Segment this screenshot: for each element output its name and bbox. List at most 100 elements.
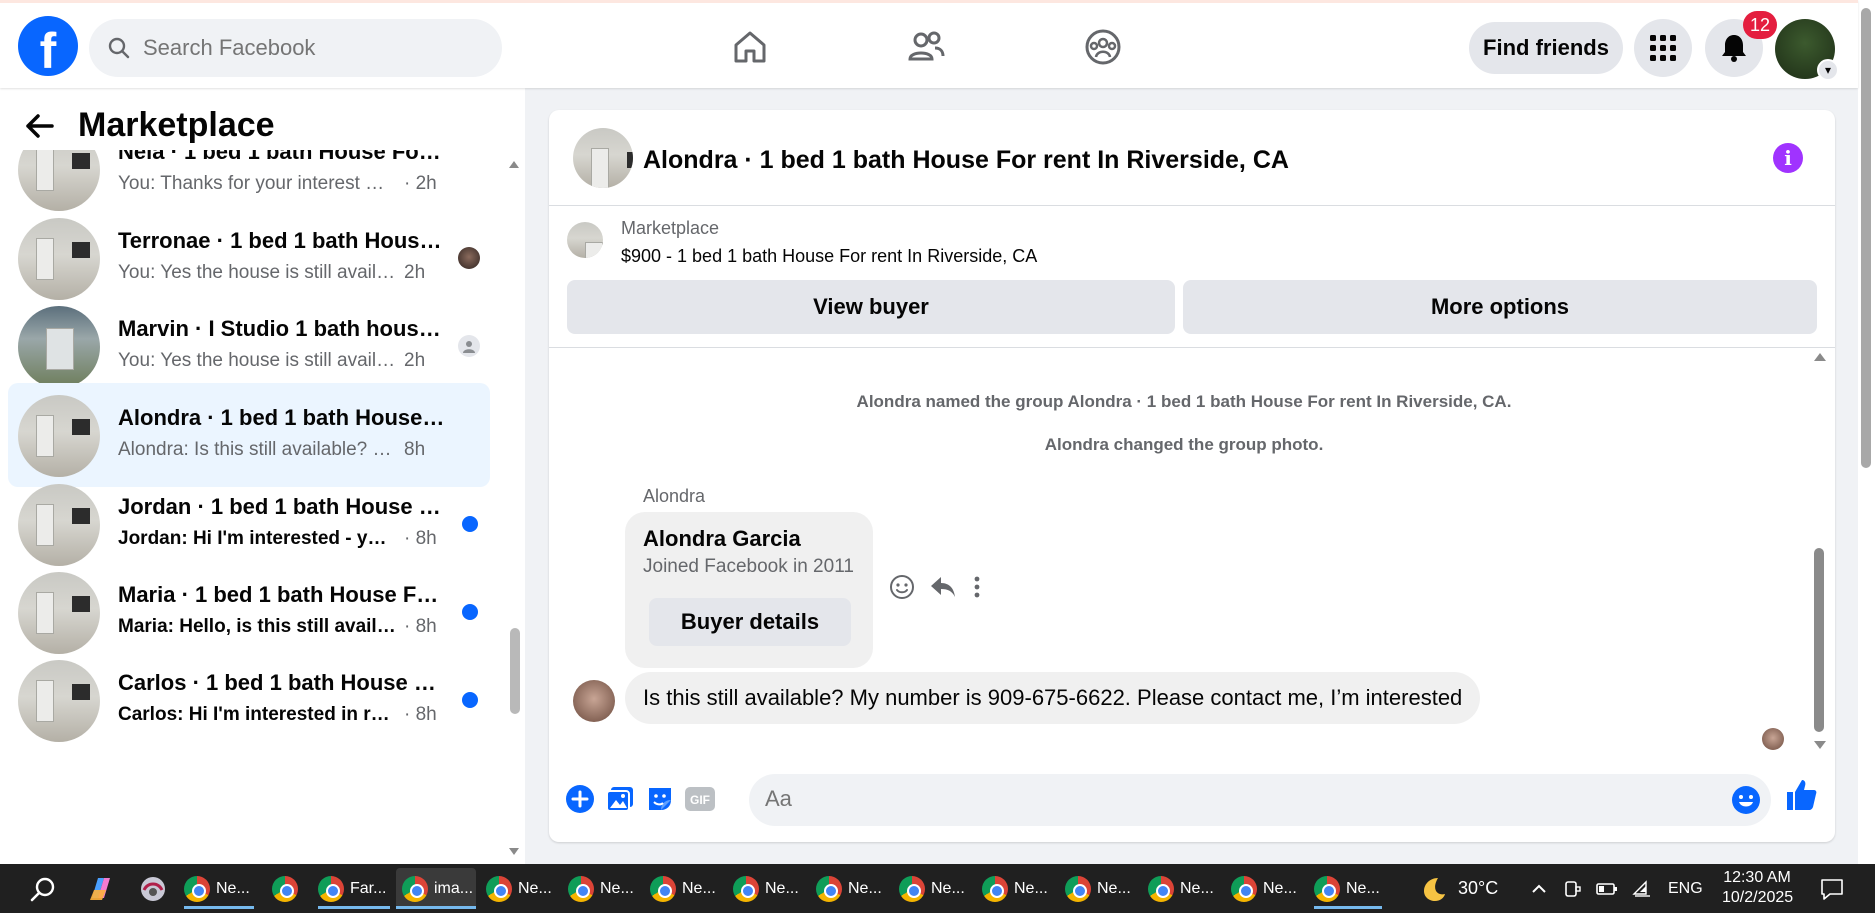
thumbs-up-icon[interactable] [1785,778,1819,812]
input-language[interactable]: ENG [1668,880,1703,898]
chrome-icon [1148,875,1174,902]
notification-center-icon[interactable] [1820,878,1844,900]
device-icon[interactable] [1562,879,1582,899]
app-tray-icon[interactable] [138,874,168,904]
conversation-name: Nela · 1 bed 1 bath House For re... [118,150,448,164]
listing-thumbnail [18,395,100,477]
taskbar-app-chrome[interactable]: Far... [318,868,390,909]
taskbar-app-chrome[interactable]: Ne... [650,868,720,909]
page-scrollbar-thumb[interactable] [1861,8,1871,468]
gif-icon[interactable]: GIF [683,782,717,816]
weather-temperature: 30°C [1458,878,1499,898]
clock[interactable]: 12:30 AM 10/2/2025 [1722,868,1794,908]
clock-time: 12:30 AM [1723,869,1791,886]
default-user-icon [458,335,480,357]
chevron-up-icon[interactable] [1530,880,1548,898]
sender-avatar[interactable] [573,680,615,722]
taskbar-app-chrome[interactable]: Ne... [1148,868,1218,909]
chrome-icon [1065,875,1091,902]
taskbar-app-chrome[interactable]: Ne... [1065,868,1135,909]
conversation-name: Jordan · 1 bed 1 bath House Fo... [118,494,448,519]
chrome-icon [184,875,210,902]
more-options-button[interactable]: More options [1183,280,1817,334]
search-icon [108,37,130,59]
scroll-down-arrow-icon[interactable] [1813,738,1827,752]
add-icon[interactable] [563,782,597,816]
scroll-up-arrow-icon[interactable] [1813,350,1827,364]
view-buyer-button[interactable]: View buyer [567,280,1175,334]
chrome-icon [568,875,594,902]
conversation-panel: Alondra · 1 bed 1 bath House For rent In… [549,110,1835,842]
chrome-icon [1231,875,1257,902]
weather-widget[interactable]: 30°C [1418,864,1498,913]
taskbar-app-chrome[interactable]: Ne... [733,868,803,909]
clock-date: 10/2/2025 [1722,889,1794,906]
seen-by-avatar [1762,728,1784,750]
emoji-icon[interactable] [1731,785,1761,815]
taskbar-app-chrome[interactable]: Ne... [982,868,1052,909]
chrome-icon [272,875,298,902]
menu-grid-icon[interactable] [1634,19,1692,77]
listing-title[interactable]: $900 - 1 bed 1 bath House For rent In Ri… [621,246,1037,267]
group-photo[interactable] [573,128,633,188]
message-input-box[interactable] [749,774,1771,826]
battery-icon[interactable] [1596,881,1618,897]
buyer-join-date: Joined Facebook in 2011 [643,556,854,577]
reply-icon[interactable] [929,574,957,600]
listing-thumbnail [18,306,100,388]
react-emoji-icon[interactable] [889,574,915,600]
taskbar-app-chrome[interactable]: Ne... [568,868,638,909]
taskbar-app-chrome[interactable]: ima... [396,868,476,909]
taskbar-app-chrome[interactable]: Ne... [899,868,969,909]
copilot-icon[interactable] [86,874,116,904]
chat-scrollbar-thumb[interactable] [1814,548,1824,732]
sender-name: Alondra [643,486,706,506]
message-actions [889,574,983,600]
message-input[interactable] [765,786,1665,812]
find-friends-button[interactable]: Find friends [1469,22,1623,74]
conversation-name: Alondra · 1 bed 1 bath House Fo... [118,405,448,430]
friends-icon[interactable] [902,23,950,71]
photo-icon[interactable] [603,782,637,816]
search-box[interactable] [89,19,502,77]
windows-search-icon[interactable] [30,876,56,902]
system-tray: ENG [1530,864,1703,913]
more-vertical-icon[interactable] [971,574,983,600]
conversation-item[interactable]: Carlos · 1 bed 1 bath House Fo... Carlos… [8,648,490,752]
sticker-icon[interactable] [643,782,677,816]
search-input[interactable] [143,35,463,61]
conversation-preview: Carlos: Hi I'm interested in renti... · 8… [118,704,437,725]
buyer-name: Alondra Garcia [643,526,801,551]
profile-avatar[interactable]: ▾ [1775,19,1839,81]
taskbar-app-chrome[interactable]: Ne... [1314,868,1382,909]
home-icon[interactable] [726,23,774,71]
conversation-title[interactable]: Alondra · 1 bed 1 bath House For rent In… [643,146,1289,175]
page-scrollbar[interactable] [1858,0,1875,864]
taskbar-app-chrome[interactable]: Ne... [1231,868,1301,909]
chrome-icon [402,875,428,902]
buyer-details-button[interactable]: Buyer details [649,598,851,646]
system-message: Alondra named the group Alondra · 1 bed … [856,392,1512,411]
conversation-name: Maria · 1 bed 1 bath House For... [118,582,448,607]
conversation-list: Nela · 1 bed 1 bath House For re... You:… [8,150,490,864]
facebook-logo[interactable]: f [18,16,78,76]
info-icon[interactable]: i [1773,143,1803,173]
sidebar-scrollbar[interactable] [508,158,520,858]
buyer-profile-card: Alondra Garcia Joined Facebook in 2011 B… [625,512,873,668]
back-arrow-icon[interactable] [24,113,54,139]
conversation-preview: Alondra: Is this still available? My n..… [118,439,426,460]
sidebar-scrollbar-thumb[interactable] [510,628,520,714]
taskbar-app-chrome[interactable]: Ne... [184,868,254,909]
taskbar-app-chrome[interactable] [272,868,304,909]
taskbar-app-chrome[interactable]: Ne... [486,868,556,909]
chrome-icon [733,875,759,902]
message-bubble[interactable]: Is this still available? My number is 90… [625,672,1481,724]
listing-thumbnail [18,218,100,300]
listing-thumbnail [18,572,100,654]
sidebar-header: Marketplace [24,106,275,145]
groups-icon[interactable] [1079,23,1127,71]
taskbar-app-chrome[interactable]: Ne... [816,868,886,909]
listing-thumbnail [18,150,100,211]
windows-taskbar: Ne... Far... ima... Ne... Ne... Ne... Ne… [0,864,1875,913]
wifi-icon[interactable] [1632,879,1654,898]
